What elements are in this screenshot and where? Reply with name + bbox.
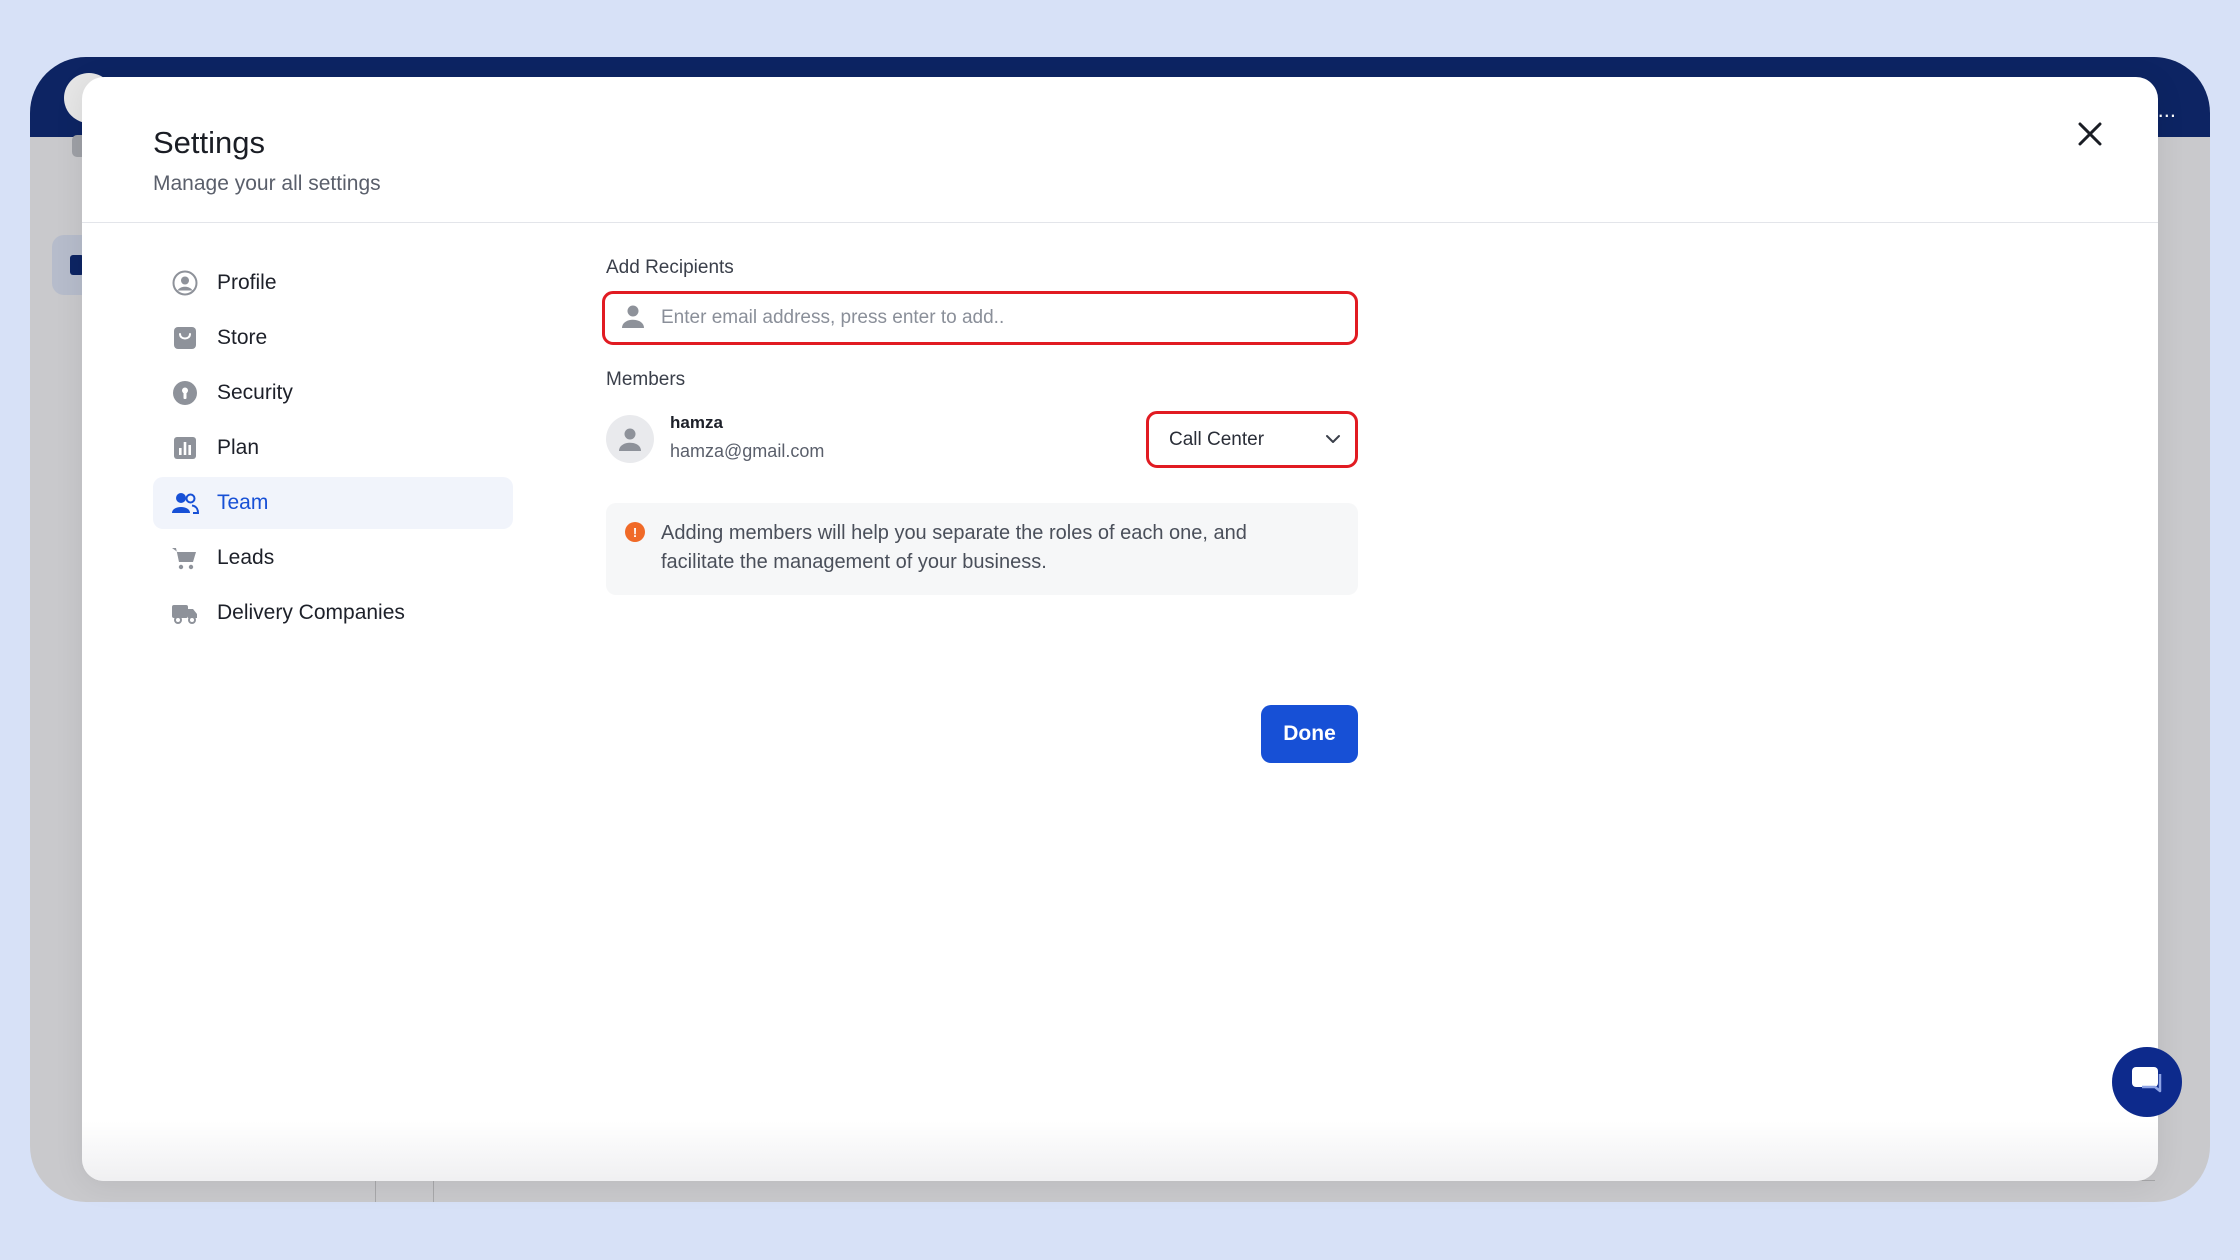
bar-chart-icon	[171, 434, 199, 462]
close-button[interactable]	[2068, 114, 2112, 158]
recipients-input-wrapper[interactable]	[602, 291, 1358, 345]
nav-item-leads[interactable]: Leads	[153, 532, 513, 584]
background-divider	[375, 1180, 2155, 1202]
nav-item-label: Security	[217, 381, 293, 404]
background-sidebar	[42, 135, 94, 201]
nav-item-plan[interactable]: Plan	[153, 422, 513, 474]
user-circle-icon	[171, 269, 199, 297]
chevron-down-icon	[1325, 431, 1341, 449]
avatar	[606, 415, 654, 463]
member-role-select[interactable]: Call Center	[1146, 411, 1358, 468]
nav-item-store[interactable]: Store	[153, 312, 513, 364]
close-icon	[2077, 121, 2103, 152]
recipients-email-input[interactable]	[661, 307, 1321, 329]
nav-item-profile[interactable]: Profile	[153, 257, 513, 309]
member-name: hamza	[670, 413, 723, 432]
info-notice-text: Adding members will help you separate th…	[661, 522, 1247, 573]
person-icon	[621, 303, 645, 334]
modal-subtitle: Manage your all settings	[153, 172, 381, 195]
users-icon	[171, 489, 199, 517]
add-recipients-label: Add Recipients	[606, 257, 734, 278]
settings-nav: Profile Store Security Plan Team Leads D…	[153, 257, 513, 642]
member-email: hamza@gmail.com	[670, 441, 825, 461]
nav-item-security[interactable]: Security	[153, 367, 513, 419]
nav-item-label: Store	[217, 326, 268, 349]
chat-icon	[2130, 1064, 2164, 1101]
nav-item-label: Plan	[217, 436, 260, 459]
modal-bottom-fade	[82, 1121, 2158, 1181]
person-icon	[619, 428, 641, 451]
done-button[interactable]: Done	[1261, 705, 1358, 763]
truck-icon	[171, 599, 199, 627]
nav-item-label: Delivery Companies	[217, 601, 405, 624]
cart-icon	[171, 544, 199, 572]
member-row: hamza hamza@gmail.com Call Center	[606, 411, 1358, 471]
settings-modal: Settings Manage your all settings Profil…	[82, 77, 2158, 1181]
background-divider	[433, 1180, 434, 1202]
nav-item-label: Leads	[217, 546, 275, 569]
nav-item-label: Team	[217, 491, 269, 514]
topbar-overflow-text: ...	[2157, 97, 2176, 122]
chat-launcher-button[interactable]	[2112, 1047, 2182, 1117]
info-alert-icon: !	[625, 522, 645, 542]
modal-title: Settings	[153, 125, 266, 160]
nav-item-team[interactable]: Team	[153, 477, 513, 529]
team-settings-panel: Add Recipients Members hamza hamza@gmail…	[602, 257, 1358, 763]
store-bag-icon	[171, 324, 199, 352]
nav-item-label: Profile	[217, 271, 277, 294]
nav-item-delivery-companies[interactable]: Delivery Companies	[153, 587, 513, 639]
member-role-value: Call Center	[1169, 428, 1265, 450]
info-notice: ! Adding members will help you separate …	[606, 503, 1358, 595]
keyhole-icon	[171, 379, 199, 407]
modal-header: Settings Manage your all settings	[82, 77, 2158, 223]
members-label: Members	[606, 369, 686, 390]
